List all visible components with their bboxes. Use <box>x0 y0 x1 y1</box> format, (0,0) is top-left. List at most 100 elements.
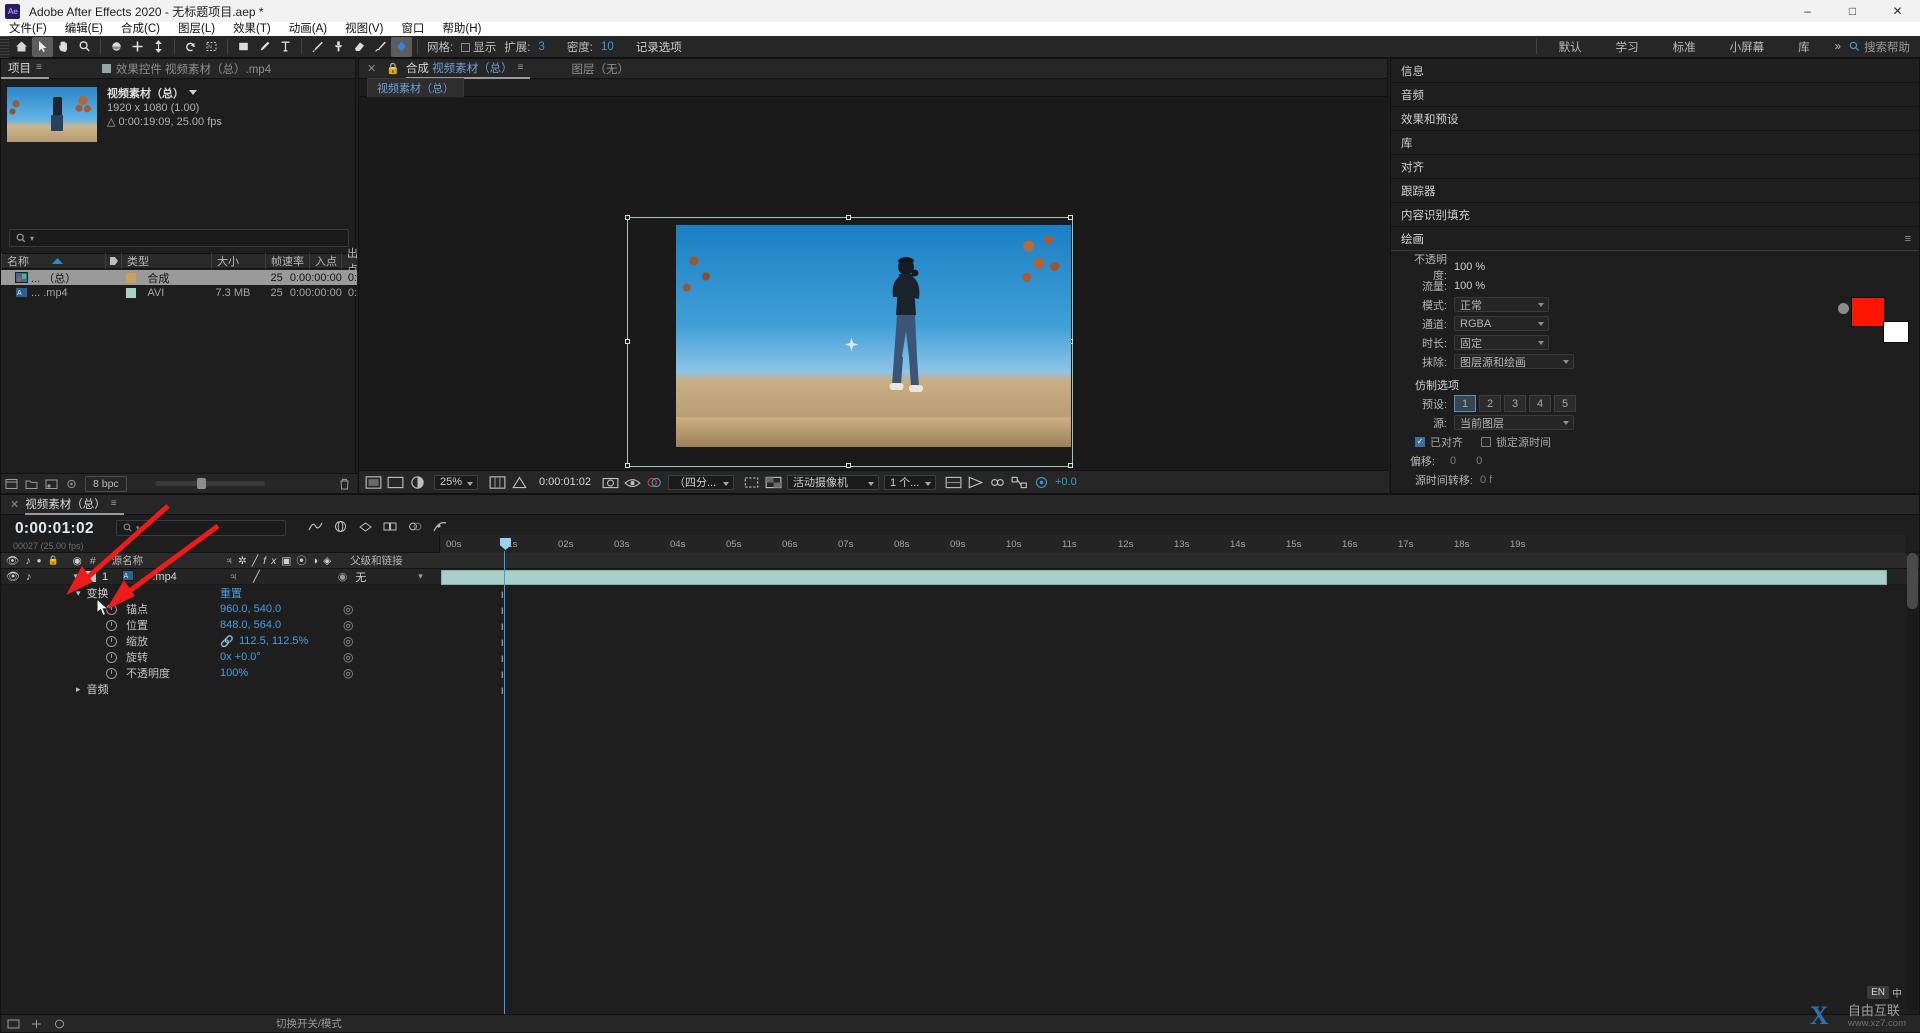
layer-visibility-icon[interactable]: 👁 <box>6 570 20 583</box>
layer-switches-icons[interactable]: ♃✲╱fx▣⦿◑◈ <box>225 553 336 568</box>
project-search-input[interactable]: ▾ <box>9 229 349 247</box>
rotation-tool-icon[interactable] <box>180 37 201 57</box>
delete-icon[interactable] <box>338 478 351 490</box>
property-row[interactable]: 缩放 🔗 112.5, 112.5% ◎ <box>1 633 1919 649</box>
keyframe-toggle-icon[interactable]: ◎ <box>343 602 353 616</box>
preset-5-button[interactable]: 5 <box>1554 395 1576 412</box>
close-button[interactable]: ✕ <box>1875 0 1920 22</box>
graph-editor-icon[interactable] <box>433 520 448 533</box>
panel-paint[interactable]: 绘画 ≡ <box>1391 227 1919 251</box>
menu-window[interactable]: 窗口 <box>392 22 433 36</box>
panel-tracker[interactable]: 跟踪器 <box>1391 179 1919 203</box>
col-label[interactable] <box>105 253 121 269</box>
preset-4-button[interactable]: 4 <box>1529 395 1551 412</box>
col-name[interactable]: 名称 <box>1 253 105 269</box>
pixel-aspect-icon[interactable] <box>945 475 962 490</box>
shape-tool-icon[interactable] <box>233 37 254 57</box>
layer-parent-value[interactable]: 无 <box>355 569 366 585</box>
preset-1-button[interactable]: 1 <box>1454 395 1476 412</box>
menu-effect[interactable]: 效果(T) <box>224 22 280 36</box>
property-row[interactable]: 不透明度 100% ◎ <box>1 665 1919 681</box>
col-size[interactable]: 大小 <box>211 253 265 269</box>
source-time-shift-value[interactable]: 0 f <box>1480 474 1492 486</box>
stopwatch-icon[interactable] <box>106 619 117 631</box>
col-fps[interactable]: 帧速率 <box>265 253 309 269</box>
background-color-swatch[interactable] <box>1883 321 1909 343</box>
resize-handle-bl[interactable] <box>625 463 630 468</box>
camera-view-select[interactable]: 活动摄像机 <box>787 474 879 490</box>
roto-brush-tool-icon[interactable] <box>370 37 391 57</box>
timeline-search-input[interactable]: ▾ <box>115 520 286 536</box>
workspace-library[interactable]: 库 <box>1781 39 1827 55</box>
minimize-button[interactable]: – <box>1785 0 1830 22</box>
lock-source-checkbox[interactable] <box>1481 436 1491 447</box>
timeline-current-time[interactable]: 0:00:01:02 <box>15 520 94 538</box>
col-layer-number[interactable]: # <box>90 555 96 567</box>
breadcrumb-comp-name[interactable]: 视频素材（总） <box>367 77 464 98</box>
workspace-learn[interactable]: 学习 <box>1599 39 1656 55</box>
label-icon[interactable]: ◉ <box>73 555 82 567</box>
frame-blending-icon[interactable] <box>383 520 398 533</box>
panel-libraries[interactable]: 库 <box>1391 131 1919 155</box>
resize-handle-tl[interactable] <box>625 215 630 220</box>
panel-align[interactable]: 对齐 <box>1391 155 1919 179</box>
puppet-pin-tool-icon[interactable] <box>391 36 412 57</box>
audio-icon[interactable]: ♪ <box>25 555 30 567</box>
panel-audio[interactable]: 音频 <box>1391 83 1919 107</box>
panel-menu-icon[interactable]: ≡ <box>518 62 524 73</box>
keyframe-toggle-icon[interactable]: ◎ <box>343 634 353 648</box>
layer-shy-icon[interactable]: ♃ <box>229 571 237 583</box>
col-parent-link[interactable]: 父级和链接 <box>350 553 403 568</box>
stopwatch-icon[interactable] <box>106 667 117 679</box>
menu-layer[interactable]: 图层(L) <box>169 22 224 36</box>
panel-menu-icon[interactable]: ≡ <box>111 498 117 509</box>
property-value[interactable]: 960.0, 540.0 <box>220 603 281 615</box>
workspace-default[interactable]: 默认 <box>1542 39 1599 55</box>
tab-project[interactable]: 项目 ≡ <box>1 59 49 79</box>
search-dropdown-icon[interactable]: ▾ <box>30 234 34 243</box>
current-time-display[interactable]: 0:00:01:02 <box>539 476 591 488</box>
foreground-color-swatch[interactable] <box>1851 297 1885 327</box>
transform-expand-chevron-icon[interactable]: ▾ <box>76 588 81 599</box>
search-dropdown-icon[interactable]: ▾ <box>136 524 140 532</box>
workspace-more-button[interactable]: » <box>1827 41 1849 53</box>
ime-mode[interactable]: 中 <box>1892 985 1902 1000</box>
menu-help[interactable]: 帮助(H) <box>433 22 490 36</box>
extend-value[interactable]: 3 <box>538 41 544 53</box>
table-row[interactable]: A ... .mp4 AVI 7.3 MB 25 0:00:00:00 0: <box>1 285 357 300</box>
ime-language[interactable]: EN <box>1867 986 1889 999</box>
channel-icon[interactable] <box>646 475 663 490</box>
layer-expand-chevron-icon[interactable]: ▾ <box>73 571 78 582</box>
preset-2-button[interactable]: 2 <box>1479 395 1501 412</box>
menu-file[interactable]: 文件(F) <box>0 22 56 36</box>
panel-effects-presets[interactable]: 效果和预设 <box>1391 107 1919 131</box>
fast-preview-icon[interactable] <box>967 475 984 490</box>
property-value[interactable]: 100% <box>220 667 248 679</box>
channel-select[interactable]: RGBA <box>1454 316 1549 331</box>
project-settings-icon[interactable] <box>65 478 78 490</box>
type-tool-icon[interactable] <box>275 37 296 57</box>
grid-guides-icon[interactable] <box>489 475 506 490</box>
resize-handle-tc[interactable] <box>846 215 851 220</box>
toolbar-grip[interactable] <box>0 35 9 58</box>
draft-3d-icon[interactable] <box>333 520 348 533</box>
col-in[interactable]: 入点 <box>309 253 341 269</box>
live-update-icon[interactable] <box>308 520 323 533</box>
ime-indicator[interactable]: EN 中 <box>1867 985 1902 1000</box>
panel-menu-icon[interactable]: ≡ <box>1905 233 1911 245</box>
timeline-vertical-scrollbar[interactable] <box>1907 551 1918 1010</box>
eye-icon[interactable]: 👁 <box>6 554 19 567</box>
chevron-down-icon[interactable] <box>189 90 197 95</box>
flow-value[interactable]: 100 % <box>1454 280 1485 292</box>
always-preview-icon[interactable] <box>365 475 382 490</box>
layer-clip-bar[interactable] <box>441 569 1887 585</box>
aligned-checkbox[interactable]: ✓ <box>1415 436 1425 447</box>
eraser-tool-icon[interactable] <box>349 37 370 57</box>
maximize-button[interactable]: □ <box>1830 0 1875 22</box>
keyframe-toggle-icon[interactable]: ◎ <box>343 650 353 664</box>
tab-effect-controls[interactable]: 效果控件 视频素材（总）.mp4 <box>95 59 278 79</box>
zoom-tool-icon[interactable] <box>74 37 95 57</box>
parent-pickwhip-icon[interactable]: ◉ <box>338 570 348 583</box>
layer-quality-icon[interactable]: ╱ <box>253 570 260 583</box>
camera-tool-icon[interactable] <box>148 37 169 57</box>
